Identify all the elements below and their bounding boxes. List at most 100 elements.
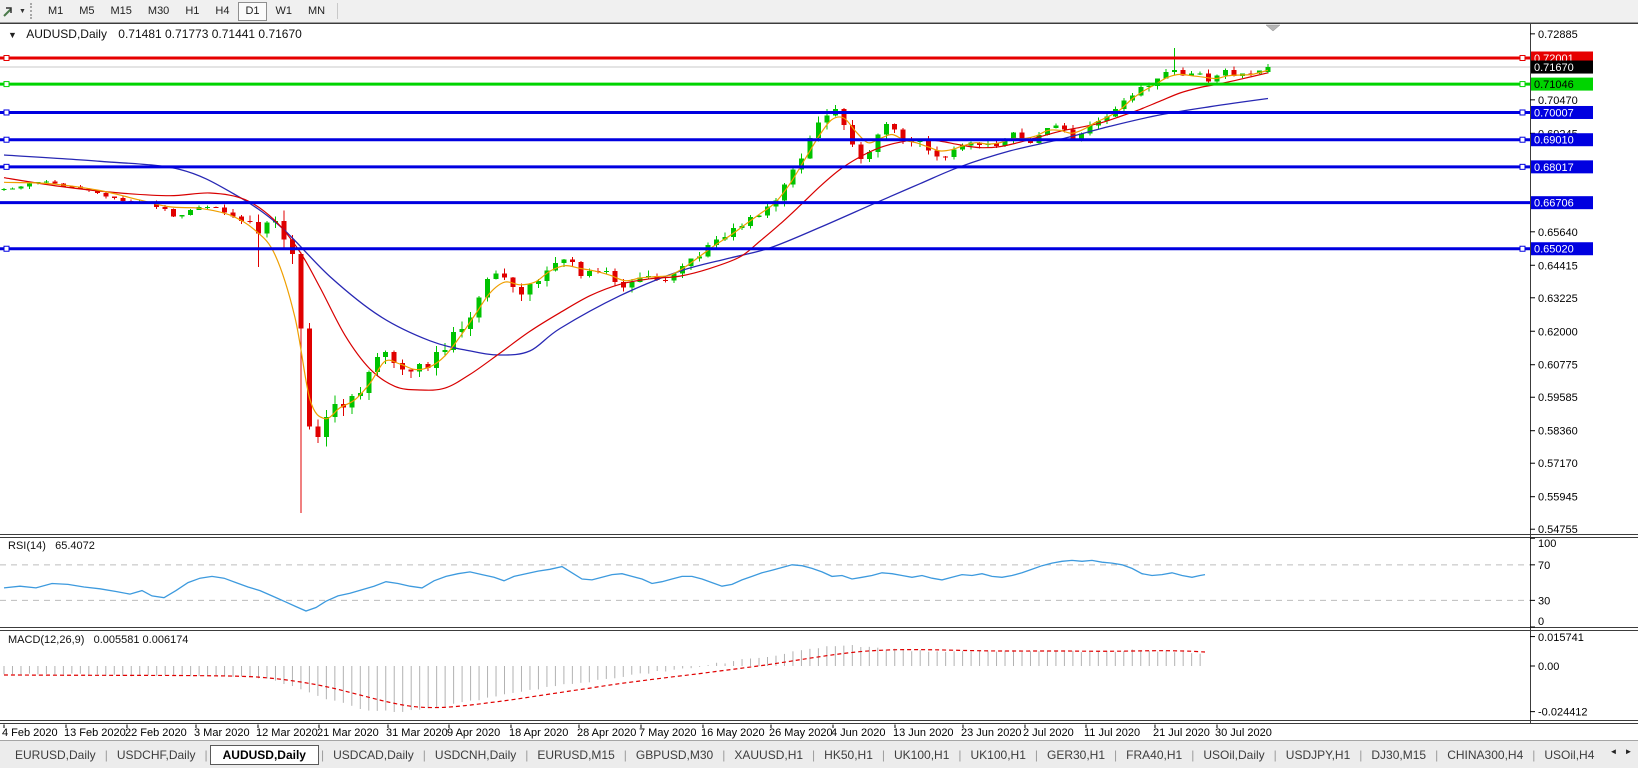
chart-tab-eurusd-daily[interactable]: EURUSD,Daily [6, 746, 105, 764]
hline-left-handle[interactable] [4, 110, 9, 115]
macd-tick-label: 0.015741 [1538, 632, 1584, 644]
candle-body [892, 124, 897, 129]
candle-body [44, 181, 49, 182]
date-axis[interactable]: 4 Feb 202013 Feb 202022 Feb 20203 Mar 20… [2, 725, 1272, 740]
hline-right-handle[interactable] [1520, 82, 1525, 87]
hline-price-tag: 0.69010 [1534, 135, 1574, 147]
timeframe-button-m1[interactable]: M1 [41, 2, 70, 21]
timeframe-button-w1[interactable]: W1 [269, 2, 300, 21]
candle-body [782, 185, 787, 201]
timeframe-button-m30[interactable]: M30 [141, 2, 176, 21]
date-tick-label: 23 Jun 2020 [961, 727, 1022, 739]
candle-body [519, 287, 524, 295]
candle-body [527, 284, 532, 295]
chart-tab-xauusd-h1[interactable]: XAUUSD,H1 [725, 746, 812, 764]
hline-right-handle[interactable] [1520, 137, 1525, 142]
date-tick-label: 16 May 2020 [701, 727, 765, 739]
chart-tab-gbpusd-m30[interactable]: GBPUSD,M30 [627, 746, 722, 764]
candle-body [375, 357, 380, 372]
candle-body [1053, 125, 1058, 127]
candle-body [315, 426, 320, 437]
candle-body [409, 370, 414, 372]
price-tick-label: 0.62000 [1538, 326, 1578, 338]
date-tick-label: 7 May 2020 [639, 727, 696, 739]
chart-tab-uk100-h1[interactable]: UK100,H1 [962, 746, 1035, 764]
macd-signal-line [4, 650, 1205, 708]
chart-canvas[interactable]: 0.728850.704700.692450.656400.644150.632… [0, 0, 1638, 768]
rsi-tick-label: 70 [1538, 560, 1550, 572]
candle-body [112, 197, 117, 198]
candle-body [561, 260, 566, 263]
tab-scroll-right-button[interactable]: ► [1621, 742, 1636, 760]
hline-left-handle[interactable] [4, 246, 9, 251]
candle-body [171, 209, 176, 216]
date-tick-label: 21 Jul 2020 [1153, 727, 1210, 739]
candle-body [298, 254, 303, 328]
hline-right-handle[interactable] [1520, 110, 1525, 115]
tab-scroll-left-button[interactable]: ◄ [1606, 742, 1621, 760]
chart-tab-audusd-daily[interactable]: AUDUSD,Daily [210, 745, 319, 765]
date-tick-label: 31 Mar 2020 [386, 727, 448, 739]
hline-price-tag: 0.68017 [1534, 162, 1574, 174]
date-tick-label: 13 Jun 2020 [893, 727, 954, 739]
candle-body [1223, 70, 1228, 76]
date-tick-label: 13 Feb 2020 [64, 727, 126, 739]
price-tick-label: 0.59585 [1538, 392, 1578, 404]
timeframe-button-m15[interactable]: M15 [104, 2, 139, 21]
hline-left-handle[interactable] [4, 82, 9, 87]
chart-tab-dj30-m15[interactable]: DJ30,M15 [1362, 746, 1435, 764]
chart-tool-cluster[interactable]: ▼ [0, 0, 26, 22]
toolbar-grip-handle[interactable] [30, 3, 35, 19]
chart-tab-fra40-h1[interactable]: FRA40,H1 [1117, 746, 1191, 764]
hline-right-handle[interactable] [1520, 246, 1525, 251]
candle-body [120, 198, 125, 201]
hline-price-tag: 0.65020 [1534, 244, 1574, 256]
chart-tab-hk50-h1[interactable]: HK50,H1 [815, 746, 882, 764]
chart-tab-usdcnh-daily[interactable]: USDCNH,Daily [426, 746, 525, 764]
hline-price-tag: 0.70007 [1534, 107, 1574, 119]
timeframe-button-m5[interactable]: M5 [72, 2, 101, 21]
chart-tab-china300-h4[interactable]: CHINA300,H4 [1438, 746, 1532, 764]
chart-tab-ger30-h1[interactable]: GER30,H1 [1038, 746, 1114, 764]
chart-tab-eurusd-m15[interactable]: EURUSD,M15 [528, 746, 623, 764]
timeframe-button-d1[interactable]: D1 [238, 2, 266, 21]
chart-tab-usdjpy-h1[interactable]: USDJPY,H1 [1277, 746, 1359, 764]
chart-tab-uk100-h1[interactable]: UK100,H1 [885, 746, 958, 764]
hline-left-handle[interactable] [4, 56, 9, 61]
candle-body [18, 187, 23, 189]
candle-body [180, 215, 185, 216]
candle-body [1062, 125, 1067, 129]
scroll-position-marker[interactable] [1266, 25, 1280, 31]
candle-body [27, 184, 32, 187]
candle-body [324, 417, 329, 437]
hline-left-handle[interactable] [4, 137, 9, 142]
date-tick-label: 12 Mar 2020 [256, 727, 318, 739]
candle-body [494, 273, 499, 279]
candle-body [307, 329, 312, 427]
timeframe-button-h1[interactable]: H1 [178, 2, 206, 21]
price-axis[interactable]: 0.728850.704700.692450.656400.644150.632… [1530, 29, 1593, 719]
candle-body [222, 208, 227, 213]
chart-tab-usdchf-daily[interactable]: USDCHF,Daily [108, 746, 205, 764]
timeframe-button-mn[interactable]: MN [301, 2, 332, 21]
current-price-tag: 0.71670 [1534, 62, 1574, 74]
candle-body [816, 122, 821, 137]
rsi-line [4, 560, 1205, 611]
ma-medium-red-line [4, 73, 1268, 390]
hline-right-handle[interactable] [1520, 56, 1525, 61]
chart-tab-usoil-daily[interactable]: USOil,Daily [1194, 746, 1273, 764]
hline-left-handle[interactable] [4, 164, 9, 169]
candle-body [434, 352, 439, 368]
toolbar-separator [337, 3, 338, 19]
chevron-down-icon[interactable]: ▼ [19, 8, 26, 15]
hline-price-tag: 0.66706 [1534, 198, 1574, 210]
candle-body [485, 279, 490, 298]
candle-body [417, 364, 422, 371]
candle-body [383, 352, 388, 357]
timeframe-toolbar: ▼ M1M5M15M30H1H4D1W1MN [0, 0, 1638, 23]
chart-tab-usdcad-daily[interactable]: USDCAD,Daily [324, 746, 423, 764]
candle-body [10, 189, 15, 190]
chart-tab-usoil-h4[interactable]: USOil,H4 [1535, 746, 1603, 764]
timeframe-button-h4[interactable]: H4 [208, 2, 236, 21]
hline-right-handle[interactable] [1520, 164, 1525, 169]
